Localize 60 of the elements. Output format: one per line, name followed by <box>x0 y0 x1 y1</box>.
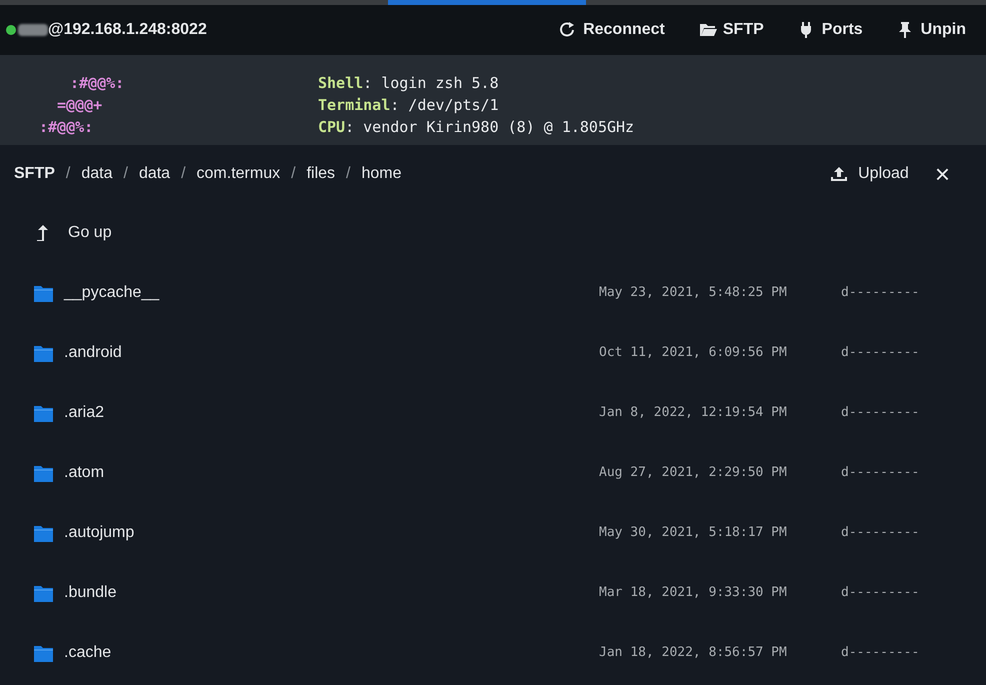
folder-icon <box>34 284 53 302</box>
folder-icon <box>34 344 53 362</box>
file-name[interactable]: .android <box>64 341 599 365</box>
file-name[interactable]: __pycache__ <box>64 281 599 305</box>
folder-icon <box>34 644 53 662</box>
file-name[interactable]: .atom <box>64 461 599 485</box>
pin-button[interactable]: Unpin <box>896 18 966 42</box>
file-name[interactable]: .cache <box>64 641 599 665</box>
ascii-logo-text: =@@@+ <box>56 95 104 116</box>
upload-icon <box>830 165 848 183</box>
breadcrumb-link[interactable]: files <box>306 162 336 186</box>
file-name[interactable]: .bundle <box>64 581 599 605</box>
modified-date: Oct 11, 2021, 6:09:56 PM <box>599 344 788 362</box>
breadcrumb-link[interactable]: home <box>361 162 402 186</box>
close-button[interactable]: × <box>934 161 950 187</box>
folder-icon <box>34 464 53 482</box>
breadcrumb-link[interactable]: com.termux <box>196 162 280 186</box>
redacted-username <box>18 24 48 36</box>
modified-date: May 30, 2021, 5:18:17 PM <box>599 524 788 542</box>
file-permissions: d--------- <box>841 464 920 482</box>
file-permissions: d--------- <box>841 284 920 302</box>
info-value: : login zsh 5.8 <box>363 73 499 94</box>
breadcrumb-link[interactable]: data <box>138 162 170 186</box>
modified-date: Jan 18, 2022, 8:56:57 PM <box>599 644 788 662</box>
file-permissions: d--------- <box>841 404 920 422</box>
go-up-item[interactable]: Go up <box>0 203 986 263</box>
ascii-logo-text: :#@@%: <box>38 117 94 138</box>
file-permissions: d--------- <box>841 524 920 542</box>
folder-icon <box>34 404 53 422</box>
info-value: : /dev/pts/1 <box>390 95 499 116</box>
path-separator: / <box>346 164 350 184</box>
arrow-up-icon <box>36 224 50 242</box>
path-separator: / <box>123 164 128 184</box>
file-name[interactable]: .autojump <box>64 521 599 545</box>
folder-icon <box>34 584 53 602</box>
upload-button[interactable]: Upload <box>830 162 909 186</box>
modified-date: Aug 27, 2021, 2:29:50 PM <box>599 464 788 482</box>
ports-button[interactable]: Ports <box>798 18 863 42</box>
folder-icon <box>698 21 717 39</box>
file-permissions: d--------- <box>841 644 920 662</box>
modified-date: May 23, 2021, 5:48:25 PM <box>599 284 788 302</box>
info-label: Shell <box>318 73 364 94</box>
info-label: CPU <box>318 117 346 138</box>
ascii-logo-text: :#@@%: <box>69 73 126 94</box>
modified-date: Jan 8, 2022, 12:19:54 PM <box>599 404 788 422</box>
info-label: Terminal <box>318 95 390 116</box>
sftp-button[interactable]: SFTP <box>698 18 764 42</box>
modified-date: Mar 18, 2021, 9:33:30 PM <box>599 584 788 602</box>
file-permissions: d--------- <box>841 344 920 362</box>
file-name[interactable]: .aria2 <box>64 401 599 425</box>
path-separator: / <box>181 164 186 184</box>
path-separator: / <box>291 164 296 184</box>
host-address: @192.168.1.248:8022 <box>48 20 207 40</box>
file-permissions: d--------- <box>841 584 920 602</box>
folder-icon <box>34 524 53 542</box>
path-separator: / <box>66 164 70 184</box>
breadcrumb-link[interactable]: data <box>81 162 112 186</box>
panel-title: SFTP <box>14 164 55 184</box>
info-value: : vendor Kirin980 (8) @ 1.805GHz <box>345 117 634 138</box>
reconnect-button[interactable]: Reconnect <box>559 18 665 42</box>
